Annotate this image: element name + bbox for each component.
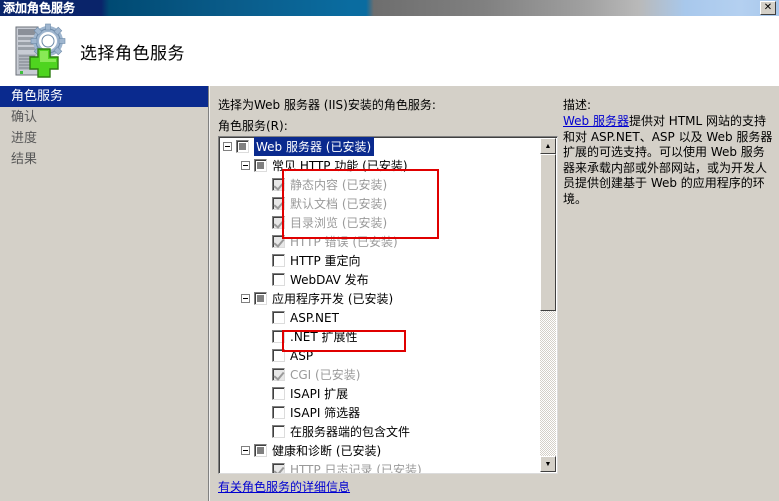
dialog-banner: 选择角色服务 [0,16,779,86]
tree-row-label: ISAPI 筛选器 [290,406,361,420]
checkbox-empty[interactable] [272,311,285,324]
tree-row[interactable]: .NET 扩展性 [219,327,541,346]
tree-row[interactable]: WebDAV 发布 [219,270,541,289]
tree-row[interactable]: 应用程序开发 (已安装) [219,289,541,308]
title-bar: 添加角色服务 ✕ [0,0,779,16]
tree-row-label: 静态内容 (已安装) [290,178,388,192]
checkbox-empty[interactable] [272,330,285,343]
tree-row-label: 目录浏览 (已安装) [290,216,388,230]
role-services-label: 角色服务(R): [218,119,288,133]
tree-row[interactable]: 静态内容 (已安装) [219,175,541,194]
scrollbar-track[interactable] [540,154,556,456]
tree-row-label: ISAPI 扩展 [290,387,349,401]
checkbox-checked-disabled [272,197,285,210]
tree-row[interactable]: 默认文档 (已安装) [219,194,541,213]
collapse-minus-icon[interactable] [241,161,250,170]
main-pane: 选择为Web 服务器 (IIS)安装的角色服务: 角色服务(R): 描述: We… [210,86,779,501]
triangle-up-icon: ▲ [544,142,552,150]
tree-row-label: 应用程序开发 (已安装) [272,292,394,306]
scroll-up-button[interactable]: ▲ [540,138,556,154]
wizard-sidebar: 角色服务 确认 进度 结果 [0,86,208,501]
checkbox-partial[interactable] [254,444,267,457]
description-text: Web 服务器提供对 HTML 网站的支持和对 ASP.NET、ASP 以及 W… [563,114,775,207]
sidebar-item-role-services[interactable]: 角色服务 [0,86,208,107]
tree-row[interactable]: 常见 HTTP 功能 (已安装) [219,156,541,175]
sidebar-item-progress[interactable]: 进度 [0,128,208,149]
scrollbar-thumb[interactable] [540,154,556,311]
tree-row[interactable]: ASP.NET [219,308,541,327]
checkbox-empty[interactable] [272,273,285,286]
instruction-text: 选择为Web 服务器 (IIS)安装的角色服务: [218,98,436,112]
role-services-tree-list: Web 服务器 (已安装) 常见 HTTP 功能 (已安装) 静态内容 (已安装) 默… [219,137,541,473]
checkbox-checked-disabled [272,235,285,248]
checkbox-empty[interactable] [272,406,285,419]
tree-row[interactable]: CGI (已安装) [219,365,541,384]
tree-row-label: WebDAV 发布 [290,273,369,287]
tree-row-label: 在服务器端的包含文件 [290,425,411,439]
checkbox-partial[interactable] [254,292,267,305]
tree-row[interactable]: 目录浏览 (已安装) [219,213,541,232]
tree-row[interactable]: ISAPI 筛选器 [219,403,541,422]
add-role-services-dialog: 添加角色服务 ✕ 选择角色服务 角色服务 确认 进度 结果 选择为Web 服务器… [0,0,779,501]
sidebar-item-confirmation[interactable]: 确认 [0,107,208,128]
tree-row-label: ASP.NET [290,310,339,325]
web-server-link[interactable]: Web 服务器 [563,114,629,128]
description-heading: 描述: [563,98,592,112]
tree-row-label: HTTP 错误 (已安装) [290,235,398,249]
sidebar-item-results[interactable]: 结果 [0,149,208,170]
checkbox-checked-disabled [272,216,285,229]
tree-row-label: .NET 扩展性 [290,330,358,344]
tree-row[interactable]: 在服务器端的包含文件 [219,422,541,441]
collapse-minus-icon[interactable] [241,294,250,303]
tree-row-label: ASP [290,348,314,363]
scroll-down-button[interactable]: ▼ [540,456,556,472]
page-title: 选择角色服务 [80,43,185,64]
tree-row[interactable]: 健康和诊断 (已安装) [219,441,541,460]
tree-row[interactable]: HTTP 重定向 [219,251,541,270]
role-services-tree[interactable]: Web 服务器 (已安装) 常见 HTTP 功能 (已安装) 静态内容 (已安装) 默… [218,136,558,474]
server-add-icon [10,21,72,83]
tree-row-label: 健康和诊断 (已安装) [272,444,382,458]
role-services-details-link[interactable]: 有关角色服务的详细信息 [218,478,350,495]
close-icon: ✕ [763,2,773,13]
tree-row[interactable]: ISAPI 扩展 [219,384,541,403]
tree-row-label: 常见 HTTP 功能 (已安装) [272,159,408,173]
checkbox-checked-disabled [272,463,285,473]
triangle-down-icon: ▼ [544,460,552,468]
checkbox-checked-disabled [272,178,285,191]
close-button[interactable]: ✕ [760,1,776,15]
tree-row-label: CGI (已安装) [290,368,361,382]
checkbox-checked-disabled [272,368,285,381]
tree-row-label: 默认文档 (已安装) [290,197,388,211]
collapse-minus-icon[interactable] [241,446,250,455]
checkbox-empty[interactable] [272,254,285,267]
tree-row[interactable]: ASP [219,346,541,365]
window-title: 添加角色服务 [3,1,76,15]
tree-row-label: Web 服务器 (已安装) [254,137,375,156]
tree-row[interactable]: Web 服务器 (已安装) [219,137,541,156]
checkbox-empty[interactable] [272,425,285,438]
checkbox-partial[interactable] [236,140,249,153]
checkbox-partial[interactable] [254,159,267,172]
tree-vertical-scrollbar[interactable]: ▲ ▼ [540,138,556,472]
tree-row[interactable]: HTTP 日志记录 (已安装) [219,460,541,473]
tree-row-label: HTTP 日志记录 (已安装) [290,463,422,473]
checkbox-empty[interactable] [272,349,285,362]
checkbox-empty[interactable] [272,387,285,400]
collapse-minus-icon[interactable] [223,142,232,151]
tree-row-label: HTTP 重定向 [290,254,361,268]
tree-row[interactable]: HTTP 错误 (已安装) [219,232,541,251]
